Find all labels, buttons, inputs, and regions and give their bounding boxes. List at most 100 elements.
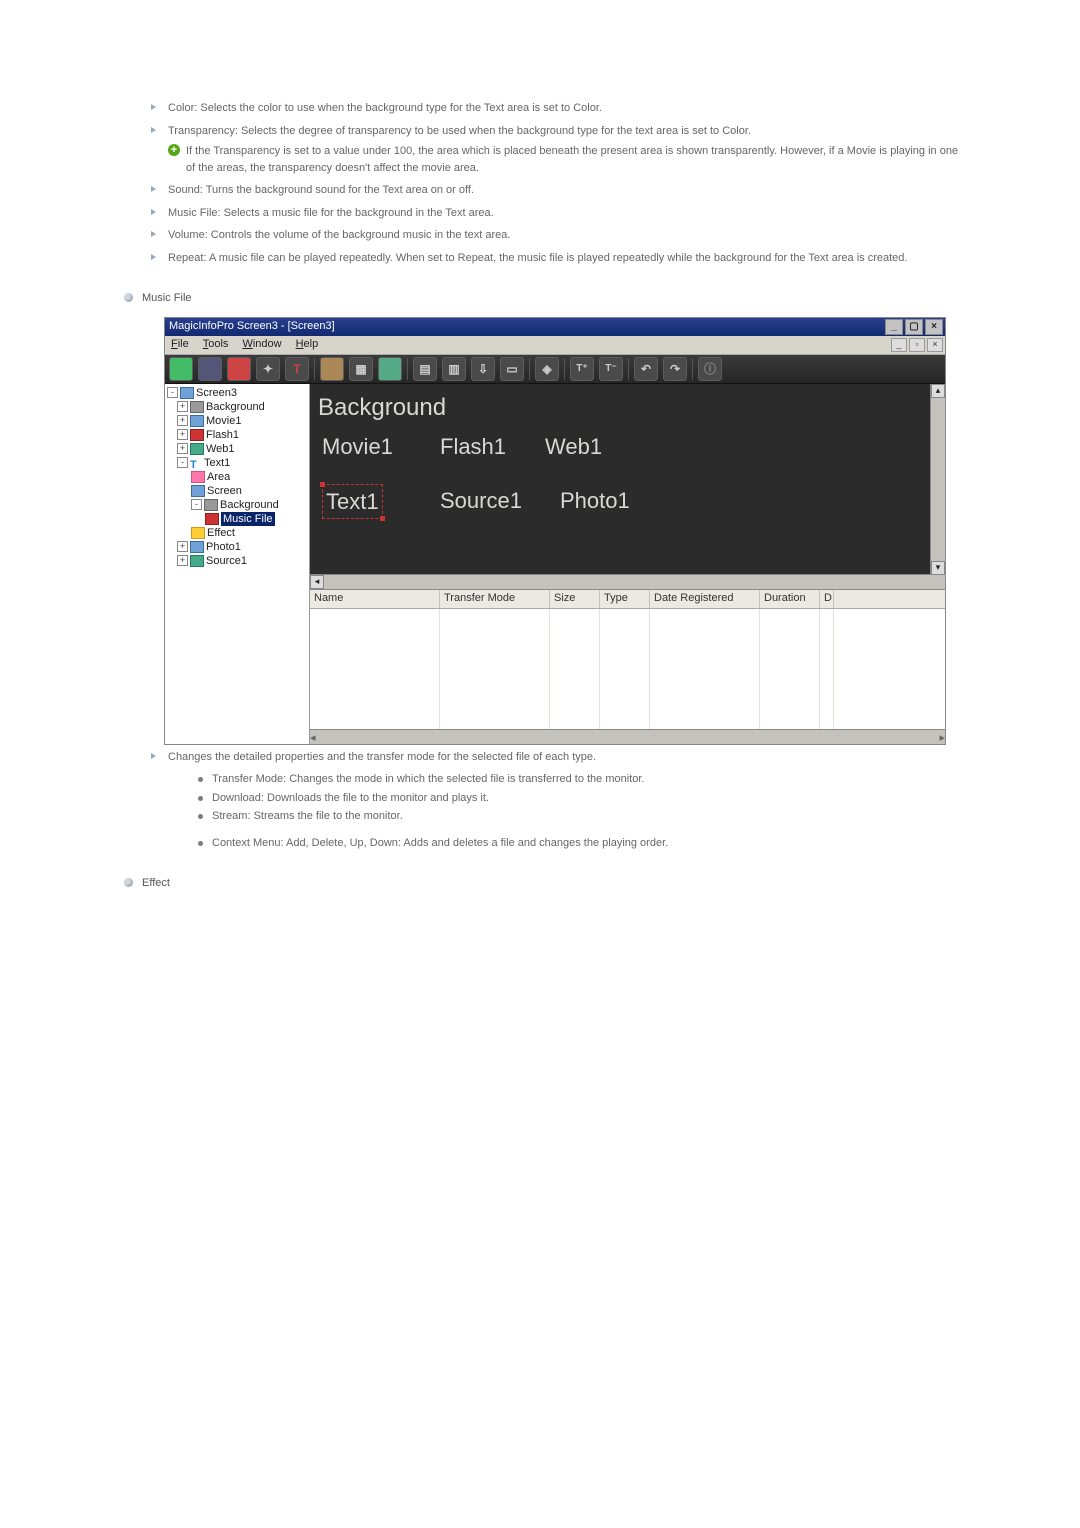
v-scrollbar[interactable]: ▴ ▾ [930,384,945,575]
canvas-movie1[interactable]: Movie1 [322,430,393,463]
scroll-down-icon[interactable]: ▾ [931,561,945,575]
tb-arrow-icon[interactable]: ⇩ [471,357,495,381]
expand-icon[interactable]: + [177,429,188,440]
tb-monitor-icon[interactable] [198,357,222,381]
th-type[interactable]: Type [600,590,650,608]
file-table-header: Name Transfer Mode Size Type Date Regist… [310,590,945,609]
expand-icon[interactable]: + [177,401,188,412]
area-icon [191,471,205,483]
menubar: File Tools Window Help _ ▫ × [165,336,945,355]
transfer-mode-list: Transfer Mode: Changes the mode in which… [198,771,970,825]
th-name[interactable]: Name [310,590,440,608]
canvas-web1[interactable]: Web1 [545,430,602,463]
item-transparency-text: Transparency: Selects the degree of tran… [168,125,751,137]
child-restore-button[interactable]: ▫ [909,338,925,352]
tree-area[interactable]: Area [207,470,230,484]
tree-text1[interactable]: Text1 [204,456,230,470]
menu-help[interactable]: Help [296,336,319,353]
tree-panel[interactable]: - Screen3 + Background + Movie1 + Flash1 + We… [165,384,310,744]
scroll-up-icon[interactable]: ▴ [931,384,945,398]
child-close-button[interactable]: × [927,338,943,352]
toolbar: ✦ T ▦ ▤ ▥ ⇩ ▭ ◈ T⁺ T⁻ ↶ ↷ ⓘ [165,355,945,384]
text-properties-list: Color: Selects the color to use when the… [118,100,970,266]
tree-root[interactable]: Screen3 [196,386,237,400]
tb-diamond-icon[interactable]: ◈ [535,357,559,381]
expand-icon[interactable]: + [177,555,188,566]
tb-rect-icon[interactable]: ▭ [500,357,524,381]
expand-icon[interactable]: + [177,415,188,426]
effect-icon [191,527,205,539]
tree-photo1[interactable]: Photo1 [206,540,241,554]
titlebar[interactable]: MagicInfoPro Screen3 - [Screen3] _ ▢ × [165,318,945,336]
tree-source1[interactable]: Source1 [206,554,247,568]
tb-puzzle-icon[interactable]: ✦ [256,357,280,381]
tb-pic-icon[interactable] [320,357,344,381]
canvas-background[interactable]: Background [318,390,446,426]
item-transparency: Transparency: Selects the degree of tran… [118,123,970,177]
h-scrollbar[interactable]: ◂ ▸ [310,574,945,589]
web-icon [190,443,204,455]
tree-music-file[interactable]: Music File [221,512,275,526]
tb-grid1-icon[interactable]: ▤ [413,357,437,381]
dot-stream: Stream: Streams the file to the monitor. [198,808,970,825]
tb-info-icon[interactable]: ⓘ [698,357,722,381]
menu-window[interactable]: Window [242,336,281,353]
canvas-flash1[interactable]: Flash1 [440,430,506,463]
file-table-body[interactable] [310,609,945,729]
th-transfer[interactable]: Transfer Mode [440,590,550,608]
tb-redo-icon[interactable]: ↷ [663,357,687,381]
th-date[interactable]: Date Registered [650,590,760,608]
tree-bg2[interactable]: Background [220,498,279,512]
minimize-button[interactable]: _ [885,319,903,335]
item-repeat: Repeat: A music file can be played repea… [118,250,970,267]
child-minimize-button[interactable]: _ [891,338,907,352]
expand-icon[interactable]: + [177,443,188,454]
tree-movie1[interactable]: Movie1 [206,414,241,428]
table-h-scrollbar[interactable]: ◂ ▸ [310,729,945,744]
tb-grid2-icon[interactable]: ▥ [442,357,466,381]
tree-screen[interactable]: Screen [207,484,242,498]
menu-file[interactable]: File [171,336,189,353]
context-menu-list: Context Menu: Add, Delete, Up, Down: Add… [198,835,970,852]
expand-icon[interactable]: - [191,499,202,510]
th-size[interactable]: Size [550,590,600,608]
maximize-button[interactable]: ▢ [905,319,923,335]
th-duration[interactable]: Duration [760,590,820,608]
section-music-file: Music File [118,290,970,307]
expand-icon[interactable]: - [167,387,178,398]
tree-flash1[interactable]: Flash1 [206,428,239,442]
scroll-left-icon[interactable]: ◂ [310,730,316,744]
tb-media-icon[interactable] [378,357,402,381]
tb-globe-icon[interactable] [227,357,251,381]
menu-tools[interactable]: Tools [203,336,229,353]
folder-icon [190,401,204,413]
tb-ta-icon[interactable]: T⁺ [570,357,594,381]
app-window: MagicInfoPro Screen3 - [Screen3] _ ▢ × F… [164,317,946,745]
photo-icon [190,541,204,553]
scroll-right-icon[interactable]: ▸ [939,730,945,744]
tree-web1[interactable]: Web1 [206,442,235,456]
tree-background[interactable]: Background [206,400,265,414]
tb-new-icon[interactable] [169,357,193,381]
transparency-note: If the Transparency is set to a value un… [168,143,970,176]
expand-icon[interactable]: - [177,457,188,468]
tb-layout-icon[interactable]: ▦ [349,357,373,381]
scroll-left-icon[interactable]: ◂ [310,575,324,589]
tb-text-t-icon[interactable]: T [285,357,309,381]
dot-transfer-mode: Transfer Mode: Changes the mode in which… [198,771,970,788]
scroll-right-icon[interactable]: ▸ [917,589,931,590]
canvas[interactable]: Background Movie1 Flash1 Web1 Text1 Sour… [310,384,945,590]
tb-tb-icon[interactable]: T⁻ [599,357,623,381]
close-button[interactable]: × [925,319,943,335]
item-music-file: Music File: Selects a music file for the… [118,205,970,222]
tree-effect[interactable]: Effect [207,526,235,540]
section-effect: Effect [118,875,970,892]
canvas-text1-selected[interactable]: Text1 [322,484,383,519]
expand-icon[interactable]: + [177,541,188,552]
tb-undo-icon[interactable]: ↶ [634,357,658,381]
text-icon: T [190,458,202,468]
flash-icon [190,429,204,441]
canvas-photo1[interactable]: Photo1 [560,484,630,517]
canvas-source1[interactable]: Source1 [440,484,522,517]
app-title: MagicInfoPro Screen3 - [Screen3] [169,318,335,335]
